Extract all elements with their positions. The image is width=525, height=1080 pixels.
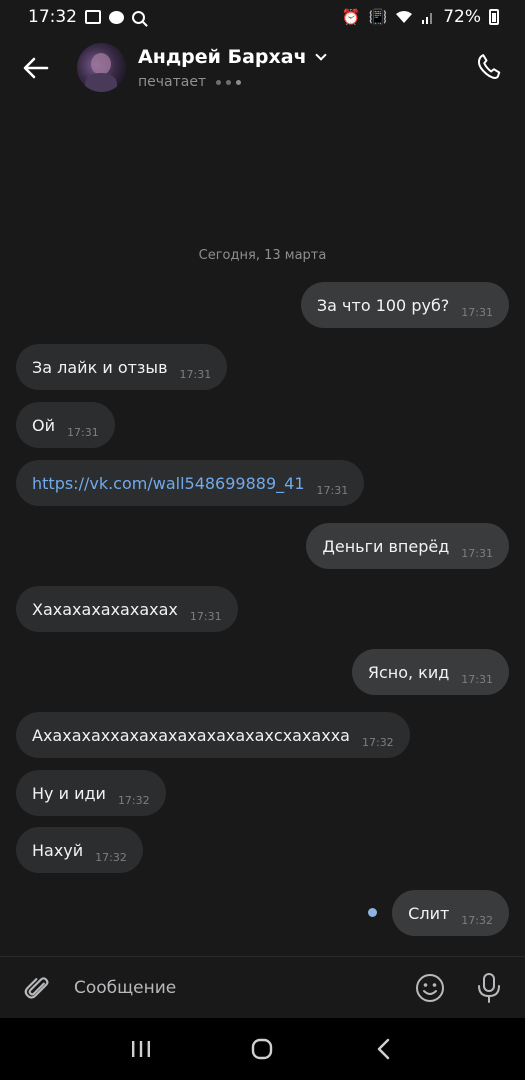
typing-status: печатает (138, 74, 242, 90)
message-text: Деньги вперёд (322, 536, 450, 556)
voice-message-button[interactable] (472, 971, 506, 1005)
typing-dots-icon (216, 79, 242, 85)
battery-icon (489, 9, 499, 25)
search-icon (132, 10, 145, 24)
message-time: 17:31 (461, 546, 493, 560)
message-bubble-incoming[interactable]: Ахахахаххахахахахахахахахсхахахха 17:32 (16, 712, 410, 758)
chevron-down-icon (314, 48, 327, 61)
contact-name: Андрей Бархач (138, 46, 307, 68)
message-time: 17:31 (461, 672, 493, 686)
contact-name-button[interactable]: Андрей Бархач (138, 46, 327, 68)
message-text: Нахуй (32, 840, 84, 860)
message-text: Слит (408, 903, 450, 923)
recent-apps-icon (131, 1041, 150, 1057)
message-text: За что 100 руб? (316, 295, 450, 315)
message-bubble-outgoing[interactable]: Деньги вперёд 17:31 (306, 523, 509, 569)
image-icon (85, 10, 101, 24)
message-bubble-incoming[interactable]: Хахахахахахахах 17:31 (16, 586, 238, 632)
message-text: Хахахахахахахах (32, 599, 178, 619)
message-bubble-incoming[interactable]: Ну и иди 17:32 (16, 770, 166, 816)
message-bubble-incoming[interactable]: Ой 17:31 (16, 402, 115, 448)
message-bubble-incoming[interactable]: Нахуй 17:32 (16, 827, 143, 873)
message-bubble-incoming[interactable]: За лайк и отзыв 17:31 (16, 344, 228, 390)
message-time: 17:31 (179, 367, 212, 381)
message-text: Ну и иди (32, 783, 106, 803)
phone-icon (477, 54, 501, 79)
message-text: За лайк и отзыв (32, 357, 168, 377)
message-time: 17:32 (95, 850, 127, 864)
message-time: 17:31 (461, 305, 493, 319)
attach-button[interactable] (20, 971, 54, 1005)
message-time: 17:32 (117, 793, 150, 807)
chevron-left-icon (377, 1038, 390, 1060)
paperclip-icon (24, 977, 49, 999)
status-left: 17:32 (28, 7, 145, 27)
message-text: Ахахахаххахахахахахахахахсхахахха (32, 725, 350, 745)
emoji-button[interactable] (413, 971, 447, 1005)
smile-icon (416, 974, 444, 1002)
chat-header: Андрей Бархач печатает (0, 34, 525, 104)
message-composer (0, 956, 525, 1018)
avatar[interactable] (77, 43, 126, 92)
message-text: Ой (32, 415, 55, 435)
message-icon (109, 10, 124, 24)
message-bubble-outgoing[interactable]: Слит 17:32 (392, 890, 509, 936)
home-icon (252, 1038, 273, 1060)
message-bubble-outgoing[interactable]: Ясно, кид 17:31 (351, 649, 509, 695)
microphone-icon (478, 973, 500, 1003)
recent-apps-button[interactable] (121, 1029, 161, 1069)
typing-label: печатает (138, 74, 207, 90)
message-time: 17:32 (461, 913, 493, 927)
call-button[interactable] (473, 50, 507, 84)
arrow-left-icon (23, 57, 49, 79)
message-bubble-outgoing[interactable]: За что 100 руб? 17:31 (300, 282, 509, 328)
vibrate-icon: 📳 (368, 7, 388, 26)
alarm-icon: ⏰ (341, 7, 361, 26)
home-button[interactable] (242, 1029, 282, 1069)
signal-icon (422, 13, 433, 24)
unread-indicator (368, 908, 377, 917)
status-right: ⏰ 📳 72% (342, 7, 499, 27)
message-time: 17:31 (189, 609, 222, 623)
date-separator: Сегодня, 13 марта (198, 248, 327, 263)
back-nav-button[interactable] (364, 1029, 404, 1069)
system-navigation-bar (0, 1018, 525, 1080)
wifi-icon (396, 11, 413, 23)
message-link[interactable]: https://vk.com/wall548699889_41 (32, 474, 305, 493)
message-time: 17:31 (67, 425, 99, 439)
status-bar: 17:32 ⏰ 📳 72% (0, 0, 525, 34)
message-text: Ясно, кид (367, 662, 450, 682)
message-input[interactable] (74, 971, 394, 1005)
message-bubble-incoming[interactable]: https://vk.com/wall548699889_41 17:31 (16, 460, 365, 506)
back-button[interactable] (20, 52, 52, 84)
battery-percent: 72% (443, 7, 481, 27)
message-time: 17:31 (316, 483, 349, 497)
message-time: 17:32 (361, 735, 394, 749)
status-time: 17:32 (28, 7, 77, 27)
